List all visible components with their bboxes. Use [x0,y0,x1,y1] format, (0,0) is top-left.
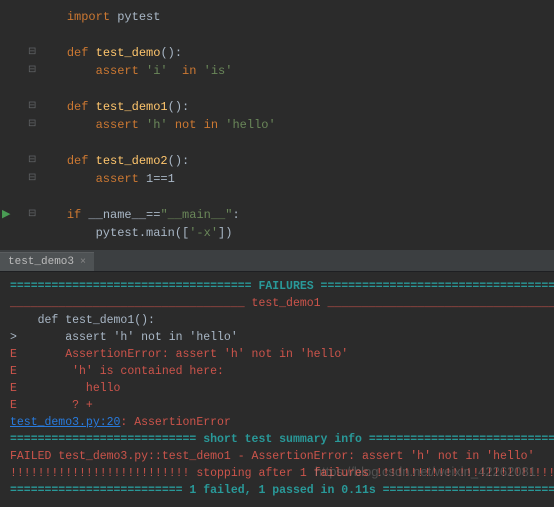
code-line[interactable]: ⊟ assert 1==1 [0,170,554,188]
console-line: def test_demo1(): [10,312,544,329]
fold-icon[interactable]: ⊟ [28,44,38,62]
code-line[interactable] [0,188,554,206]
fold-icon[interactable]: ⊟ [28,170,38,188]
fold-icon [28,26,38,44]
code-line[interactable]: ▶ ⊟ if __name__=="__main__": [0,206,554,224]
code-text: def test_demo(): [38,46,182,60]
tab-test-demo3[interactable]: test_demo3 × [0,252,94,271]
code-line[interactable]: ⊟ def test_demo(): [0,44,554,62]
console-line: !!!!!!!!!!!!!!!!!!!!!!!!!! stopping afte… [10,465,544,482]
console-line: E ? + [10,397,544,414]
code-line[interactable]: ⊟ assert 'i' in 'is' [0,62,554,80]
fold-icon [28,224,38,242]
close-icon[interactable]: × [80,257,86,268]
code-text: assert 'i' in 'is' [38,64,232,78]
fold-icon [28,8,38,26]
console-line: =========================== short test s… [10,431,544,448]
code-line[interactable] [0,134,554,152]
code-line[interactable]: ⊟ def test_demo1(): [0,98,554,116]
code-text: assert 'h' not in 'hello' [38,118,276,132]
fold-icon[interactable]: ⊟ [28,98,38,116]
code-line[interactable]: pytest.main(['-x']) [0,224,554,242]
code-text: def test_demo2(): [38,154,189,168]
code-editor[interactable]: import pytest ⊟ def test_demo():⊟ assert… [0,0,554,250]
fold-icon[interactable]: ⊟ [28,152,38,170]
file-link[interactable]: test_demo3.py:20 [10,416,120,429]
code-line[interactable] [0,80,554,98]
code-line[interactable] [0,26,554,44]
console-line: ========================= 1 failed, 1 pa… [10,482,544,499]
code-line[interactable]: ⊟ def test_demo2(): [0,152,554,170]
console-line: > assert 'h' not in 'hello' [10,329,544,346]
console-line: __________________________________ test_… [10,295,544,312]
code-text: pytest.main(['-x']) [38,226,232,240]
console-output[interactable]: =================================== FAIL… [0,272,554,505]
code-text: def test_demo1(): [38,100,189,114]
code-text: if __name__=="__main__": [38,208,240,222]
code-line[interactable]: import pytest [0,8,554,26]
tab-label: test_demo3 [8,256,74,268]
run-gutter-icon[interactable]: ▶ [2,206,10,224]
console-line: E AssertionError: assert 'h' not in 'hel… [10,346,544,363]
fold-icon[interactable]: ⊟ [28,62,38,80]
fold-icon [28,188,38,206]
console-line: E 'h' is contained here: [10,363,544,380]
console-line: FAILED test_demo3.py::test_demo1 - Asser… [10,448,544,465]
fold-icon[interactable]: ⊟ [28,206,38,224]
code-text: assert 1==1 [38,172,175,186]
console-line: E hello [10,380,544,397]
console-line: =================================== FAIL… [10,278,544,295]
console-tabbar: test_demo3 × [0,250,554,272]
fold-icon[interactable]: ⊟ [28,116,38,134]
fold-icon [28,80,38,98]
console-line: test_demo3.py:20: AssertionError [10,414,544,431]
code-text: import pytest [38,10,160,24]
fold-icon [28,134,38,152]
code-line[interactable]: ⊟ assert 'h' not in 'hello' [0,116,554,134]
